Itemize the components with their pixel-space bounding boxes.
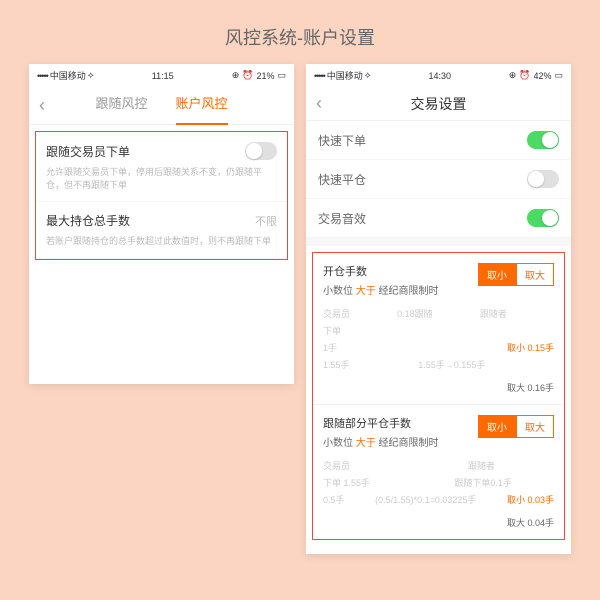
- setting-label: 跟随交易员下单: [46, 143, 130, 160]
- page-title: 风控系统-账户设置: [0, 0, 600, 64]
- toggle-follow[interactable]: [245, 142, 277, 160]
- setting-desc: 允许跟随交易员下单，停用后跟随关系不变，仍跟随平仓，但不再跟随下单: [46, 166, 277, 191]
- highlighted-settings: 跟随交易员下单 允许跟随交易员下单，停用后跟随关系不变，仍跟随平仓，但不再跟随下…: [35, 131, 288, 260]
- status-bar: •••••中国移动⟡ 11:15 ⊕⏰21%▭: [29, 64, 294, 87]
- row-quick-order[interactable]: 快速下单: [306, 121, 571, 160]
- toggle-quick-close[interactable]: [527, 170, 559, 188]
- back-icon[interactable]: ‹: [316, 93, 336, 114]
- status-bar: •••••中国移动⟡ 14:30 ⊕⏰42%▭: [306, 64, 571, 87]
- seg-small[interactable]: 取小: [478, 263, 516, 286]
- segment-control[interactable]: 取小 取大: [478, 415, 554, 438]
- toggle-quick-order[interactable]: [527, 131, 559, 149]
- example-table: 交易员跟随者 下单 1.55手跟随下单0.1手 0.5手(0.5/1.55)*0…: [323, 459, 554, 529]
- toggle-sound[interactable]: [527, 209, 559, 227]
- seg-big[interactable]: 取大: [516, 415, 554, 438]
- example-table: 交易员0.18跟随跟随者 下单 1手取小 0.15手 1.55手1.55手→0.…: [323, 307, 554, 394]
- tab-account[interactable]: 账户风控: [176, 93, 228, 118]
- phone-left: •••••中国移动⟡ 11:15 ⊕⏰21%▭ ‹ 跟随风控 账户风控 跟随交易…: [29, 64, 294, 384]
- setting-label: 最大持仓总手数: [46, 212, 130, 229]
- nav-title: 交易设置: [336, 94, 541, 114]
- section-open-lots: 开仓手数 小数位 大于 经纪商限制时 取小 取大 交易员0.18跟随跟随者 下单…: [313, 253, 564, 404]
- setting-desc: 若账户跟随持仓的总手数超过此数值时，则不再跟随下单: [46, 235, 277, 248]
- setting-max-lots[interactable]: 最大持仓总手数 不限 若账户跟随持仓的总手数超过此数值时，则不再跟随下单: [36, 202, 287, 259]
- nav-bar: ‹ 跟随风控 账户风控: [29, 87, 294, 125]
- row-sound[interactable]: 交易音效: [306, 199, 571, 238]
- setting-value: 不限: [255, 213, 277, 229]
- row-quick-close[interactable]: 快速平仓: [306, 160, 571, 199]
- back-icon[interactable]: ‹: [39, 95, 59, 116]
- nav-bar: ‹ 交易设置: [306, 87, 571, 121]
- seg-small[interactable]: 取小: [478, 415, 516, 438]
- highlighted-sections: 开仓手数 小数位 大于 经纪商限制时 取小 取大 交易员0.18跟随跟随者 下单…: [312, 252, 565, 540]
- segment-control[interactable]: 取小 取大: [478, 263, 554, 286]
- section-close-lots: 跟随部分平仓手数 小数位 大于 经纪商限制时 取小 取大 交易员跟随者 下单 1…: [313, 405, 564, 539]
- seg-big[interactable]: 取大: [516, 263, 554, 286]
- setting-follow-order[interactable]: 跟随交易员下单 允许跟随交易员下单，停用后跟随关系不变，仍跟随平仓，但不再跟随下…: [36, 132, 287, 202]
- tab-follow[interactable]: 跟随风控: [95, 93, 147, 118]
- phone-right: •••••中国移动⟡ 14:30 ⊕⏰42%▭ ‹ 交易设置 快速下单 快速平仓…: [306, 64, 571, 554]
